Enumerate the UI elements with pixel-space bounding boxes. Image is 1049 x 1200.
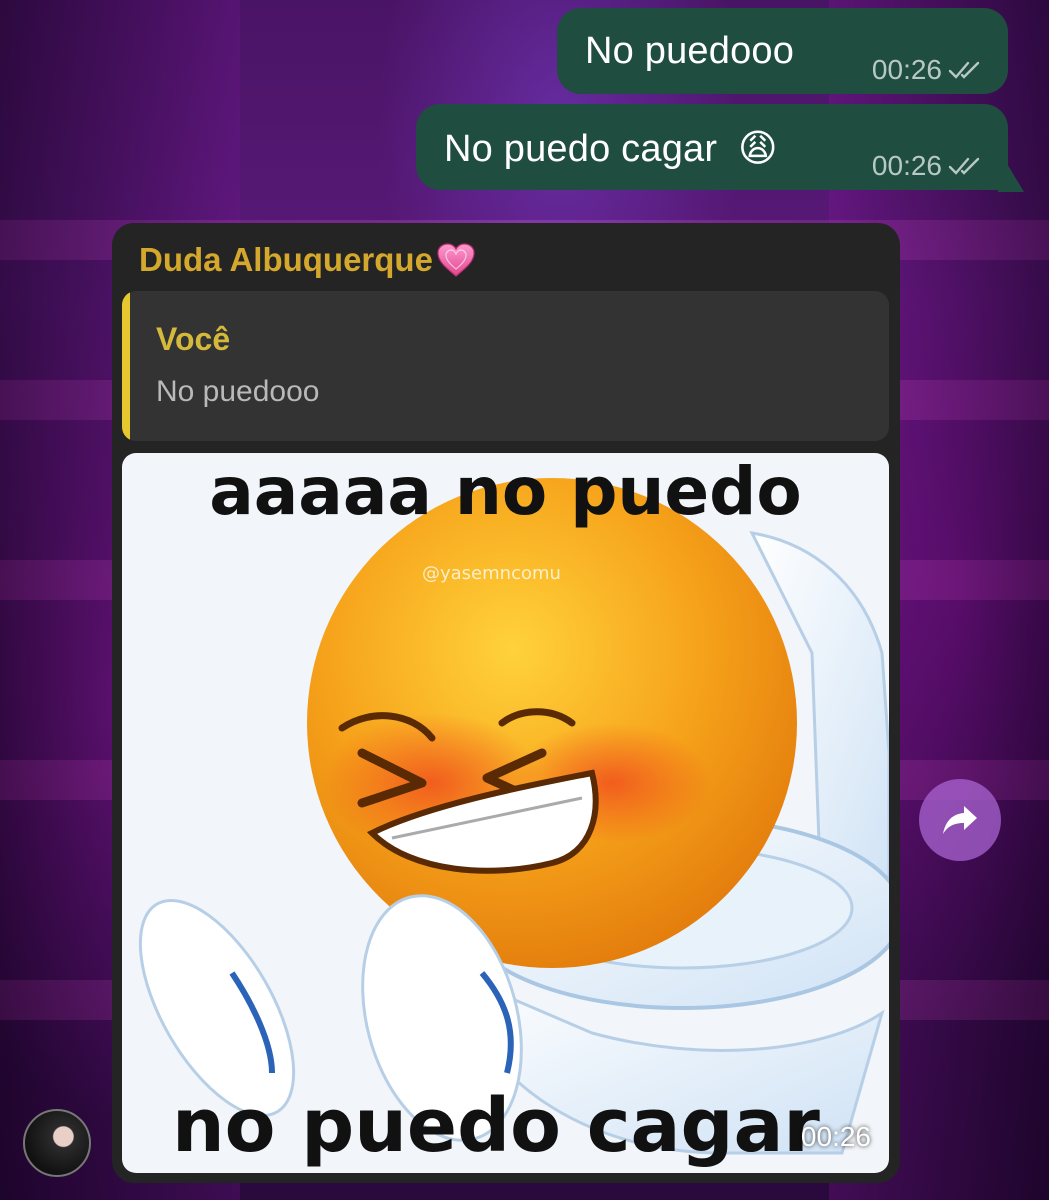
message-meta: 00:26 (872, 150, 984, 182)
outgoing-message[interactable]: No puedo cagar 😩 00:26 (416, 104, 1008, 190)
meme-bottom-caption: no puedo cagar (172, 1083, 820, 1169)
double-check-icon (948, 157, 980, 175)
reply-accent-bar (122, 291, 130, 441)
message-time: 00:26 (871, 150, 942, 181)
outgoing-message[interactable]: No puedooo 00:26 (557, 8, 1008, 94)
heart-icon (437, 243, 475, 277)
weary-face-emoji: 😩 (737, 128, 778, 170)
message-time: 00:26 (800, 1121, 871, 1152)
incoming-message[interactable]: Duda Albuquerque Você No puedooo aaaaa n… (112, 223, 900, 1183)
message-image[interactable]: aaaaa no puedo @yasemncomu no puedo caga… (122, 453, 889, 1173)
quoted-reply[interactable]: Você No puedooo (122, 291, 889, 441)
avatar[interactable] (23, 1109, 91, 1177)
reply-text: No puedooo (156, 375, 320, 408)
message-text: No puedo cagar 😩 (444, 128, 778, 170)
image-watermark: @yasemncomu (422, 563, 561, 584)
meme-top-caption: aaaaa no puedo (209, 453, 802, 530)
message-text: No puedooo (585, 30, 795, 72)
message-time: 00:26 (871, 54, 942, 85)
reply-author: Você (156, 321, 231, 357)
meme-illustration (138, 478, 889, 1155)
message-meta: 00:26 (872, 54, 984, 86)
forward-arrow-icon (943, 806, 977, 834)
forward-button[interactable] (919, 779, 1001, 861)
sender-name[interactable]: Duda Albuquerque (139, 241, 477, 279)
double-check-icon (948, 61, 980, 79)
